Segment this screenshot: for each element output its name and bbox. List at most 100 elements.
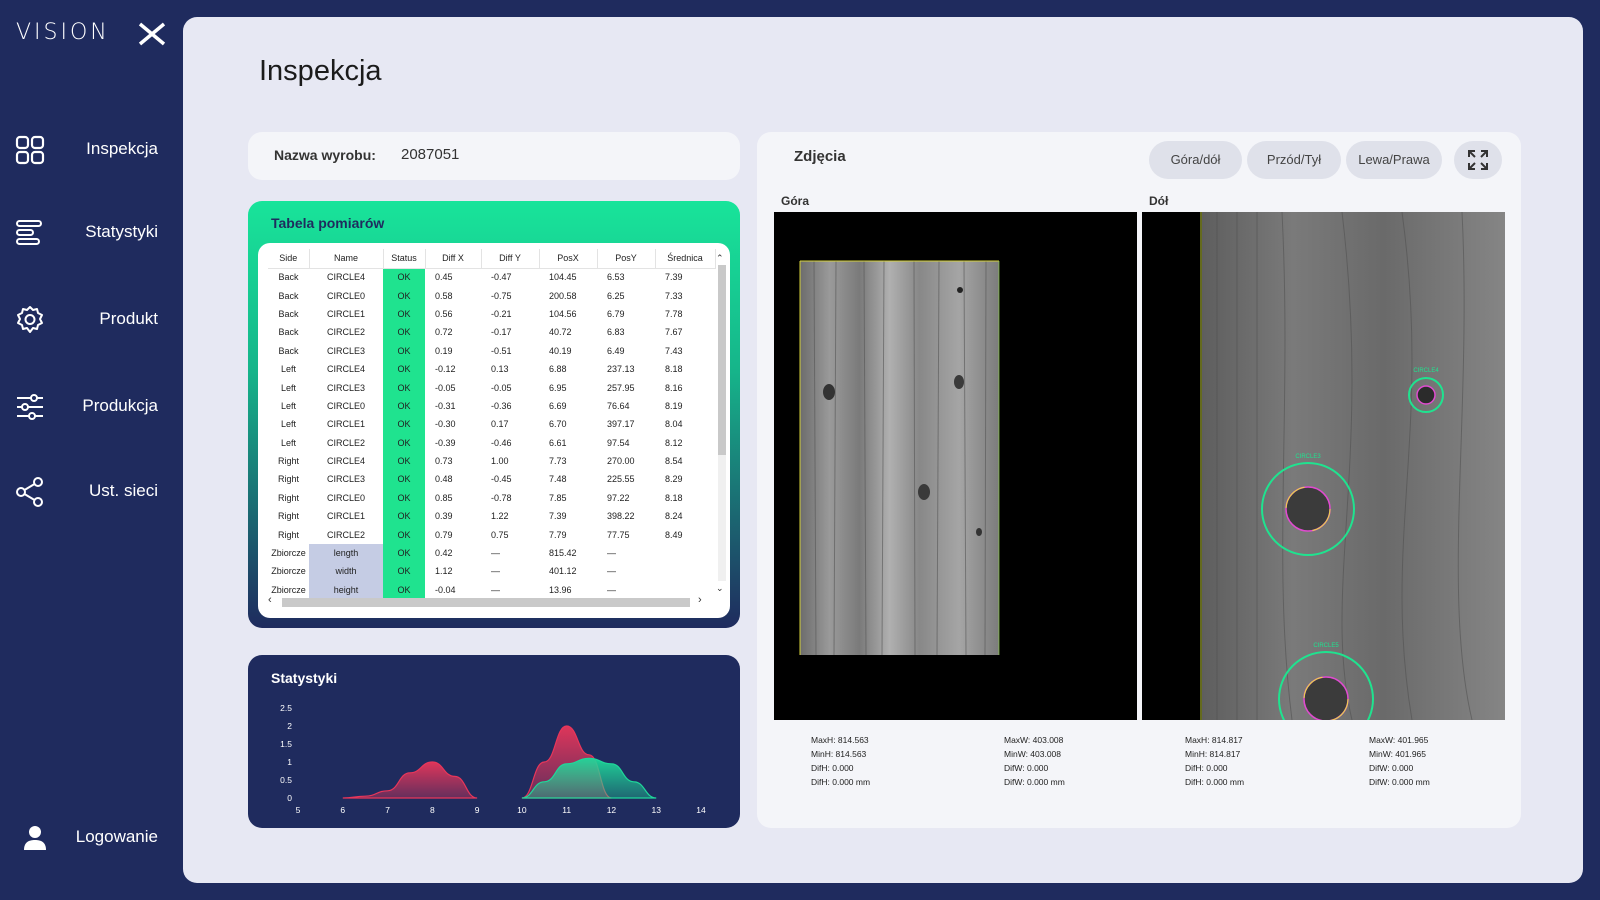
scroll-thumb[interactable] (282, 598, 690, 607)
image-bottom-view[interactable]: CIRCLE4 CIRCLE3 CIRCLE5 (1142, 212, 1505, 720)
table-row[interactable]: Left CIRCLE1 OK -0.30 0.17 6.70 397.17 8.04 (268, 415, 715, 434)
table-cell (655, 544, 715, 562)
table-row[interactable]: Back CIRCLE4 OK 0.45 -0.47 104.45 6.53 7.39 (268, 268, 715, 287)
sidebar-item-produkcja[interactable]: Produkcja (0, 377, 183, 437)
table-row[interactable]: Left CIRCLE2 OK -0.39 -0.46 6.61 97.54 8.12 (268, 433, 715, 452)
table-cell: — (607, 566, 616, 577)
table-cell: -0.39 (435, 437, 456, 448)
table-cell: OK (383, 433, 425, 452)
table-row[interactable]: Right CIRCLE4 OK 0.73 1.00 7.73 270.00 8.54 (268, 451, 715, 471)
view-left-right-button[interactable]: Lewa/Prawa (1346, 141, 1442, 179)
table-cell: CIRCLE0 (326, 400, 365, 411)
table-cell: 8.16 (665, 382, 683, 393)
table-cell: Right (277, 529, 299, 540)
table-cell: OK (383, 323, 425, 342)
column-header-posy[interactable]: PosY (597, 249, 656, 269)
column-header-srednica[interactable]: Średnica (655, 249, 716, 269)
sliders-icon (17, 394, 43, 420)
column-header-diff-y[interactable]: Diff Y (481, 249, 540, 269)
expand-icon (1468, 150, 1488, 170)
y-tick-label: 1 (287, 757, 292, 767)
table-cell: 8.54 (665, 456, 683, 467)
page-title: Inspekcja (259, 55, 382, 87)
table-cell: 0.56 (435, 308, 453, 319)
sidebar-item-inspekcja[interactable]: Inspekcja (0, 120, 183, 180)
table-cell: 7.85 (549, 492, 567, 503)
table-row[interactable]: Right CIRCLE2 OK 0.79 0.75 7.79 77.75 8.49 (268, 525, 715, 544)
table-cell: 200.58 (549, 290, 577, 301)
fullscreen-button[interactable] (1454, 141, 1502, 179)
table-cell: 6.69 (549, 400, 567, 411)
table-cell: 7.33 (665, 290, 683, 301)
table-cell: 8.18 (665, 492, 683, 503)
table-cell: OK (383, 562, 425, 581)
table-row[interactable]: Back CIRCLE2 OK 0.72 -0.17 40.72 6.83 7.67 (268, 323, 715, 342)
scroll-up-icon[interactable]: ⌃ (716, 253, 724, 264)
scroll-thumb[interactable] (718, 265, 726, 455)
table-cell: 397.17 (607, 419, 635, 430)
table-cell: 8.18 (665, 364, 683, 375)
x-tick-label: 11 (562, 805, 571, 815)
sidebar-item-statystyki[interactable]: Statystyki (0, 203, 183, 263)
image-top-view[interactable] (774, 212, 1137, 720)
product-name-label: Nazwa wyrobu: (274, 147, 376, 163)
table-cell: -0.17 (491, 327, 512, 338)
table-row[interactable]: Right CIRCLE3 OK 0.48 -0.45 7.48 225.55 8.29 (268, 470, 715, 489)
y-tick-label: 0.5 (280, 775, 292, 785)
column-header-name[interactable]: Name (309, 249, 384, 269)
table-row[interactable]: Back CIRCLE1 OK 0.56 -0.21 104.56 6.79 7.78 (268, 304, 715, 324)
main-panel: Inspekcja Nazwa wyrobu: 2087051 Tabela p… (183, 17, 1583, 883)
table-cell: CIRCLE1 (326, 308, 365, 319)
sidebar-item-produkt[interactable]: Produkt (0, 290, 183, 350)
metric-dif-h: DifH: 0.000 (1185, 763, 1228, 773)
table-cell: -0.05 (435, 382, 456, 393)
table-cell: OK (383, 396, 425, 416)
metric-min-w: MinW: 401.965 (1369, 749, 1427, 759)
table-row[interactable]: Left CIRCLE3 OK -0.05 -0.05 6.95 257.95 8.16 (268, 378, 715, 397)
scroll-right-icon[interactable]: › (698, 594, 702, 606)
table-cell: CIRCLE3 (326, 382, 365, 393)
column-header-posx[interactable]: PosX (539, 249, 598, 269)
table-cell: -0.05 (491, 382, 512, 393)
table-row[interactable]: Zbiorcze width OK 1.12 — 401.12 — (268, 562, 715, 581)
table-row[interactable]: Right CIRCLE1 OK 0.39 1.22 7.39 398.22 8.24 (268, 507, 715, 526)
scroll-left-icon[interactable]: ‹ (268, 594, 272, 606)
column-header-status[interactable]: Status (383, 249, 426, 269)
user-icon (24, 826, 46, 850)
sidebar-item-label: Produkt (99, 309, 158, 328)
table-cell: CIRCLE3 (326, 345, 365, 356)
wood-board-top-image (799, 260, 1000, 656)
table-horizontal-scrollbar[interactable]: ‹ › (266, 594, 706, 608)
table-cell: 104.56 (549, 308, 577, 319)
table-cell: 0.19 (435, 345, 453, 356)
table-row[interactable]: Left CIRCLE0 OK -0.31 -0.36 6.69 76.64 8.19 (268, 396, 715, 416)
table-cell: 8.12 (665, 437, 683, 448)
scroll-down-icon[interactable]: ⌄ (716, 583, 724, 594)
table-cell: 6.53 (607, 272, 625, 283)
table-row[interactable]: Left CIRCLE4 OK -0.12 0.13 6.88 237.13 8.18 (268, 359, 715, 379)
view-top-bottom-button[interactable]: Góra/dół (1149, 141, 1242, 179)
table-row[interactable]: Back CIRCLE3 OK 0.19 -0.51 40.19 6.49 7.43 (268, 341, 715, 360)
table-cell: 0.45 (435, 272, 453, 283)
x-tick-label: 14 (696, 805, 706, 815)
table-row[interactable]: Zbiorcze length OK 0.42 — 815.42 — (268, 543, 715, 563)
column-header-diff-x[interactable]: Diff X (425, 249, 482, 269)
login-button[interactable]: Logowanie (0, 808, 183, 868)
table-cell: 8.19 (665, 400, 683, 411)
table-cell: -0.45 (491, 474, 512, 485)
table-cell: OK (383, 525, 425, 544)
sidebar-item-ust-sieci[interactable]: Ust. sieci (0, 462, 183, 522)
x-tick-label: 12 (607, 805, 617, 815)
login-label: Logowanie (75, 827, 158, 846)
view-front-back-button[interactable]: Przód/Tył (1247, 141, 1341, 179)
table-cell: OK (383, 286, 425, 305)
column-header-side[interactable]: Side (268, 249, 310, 269)
bottom-height-metrics: MaxH: 814.817 MinH: 814.817 DifH: 0.000 … (1185, 733, 1244, 789)
table-row[interactable]: Right CIRCLE0 OK 0.85 -0.78 7.85 97.22 8.18 (268, 488, 715, 508)
table-vertical-scrollbar[interactable]: ⌃ ⌄ (716, 253, 726, 595)
metric-min-h: MinH: 814.817 (1185, 749, 1241, 759)
table-cell: 0.13 (491, 364, 509, 375)
table-row[interactable]: Back CIRCLE0 OK 0.58 -0.75 200.58 6.25 7.33 (268, 286, 715, 305)
table-cell: 76.64 (607, 400, 630, 411)
sidebar-item-label: Inspekcja (86, 139, 158, 158)
